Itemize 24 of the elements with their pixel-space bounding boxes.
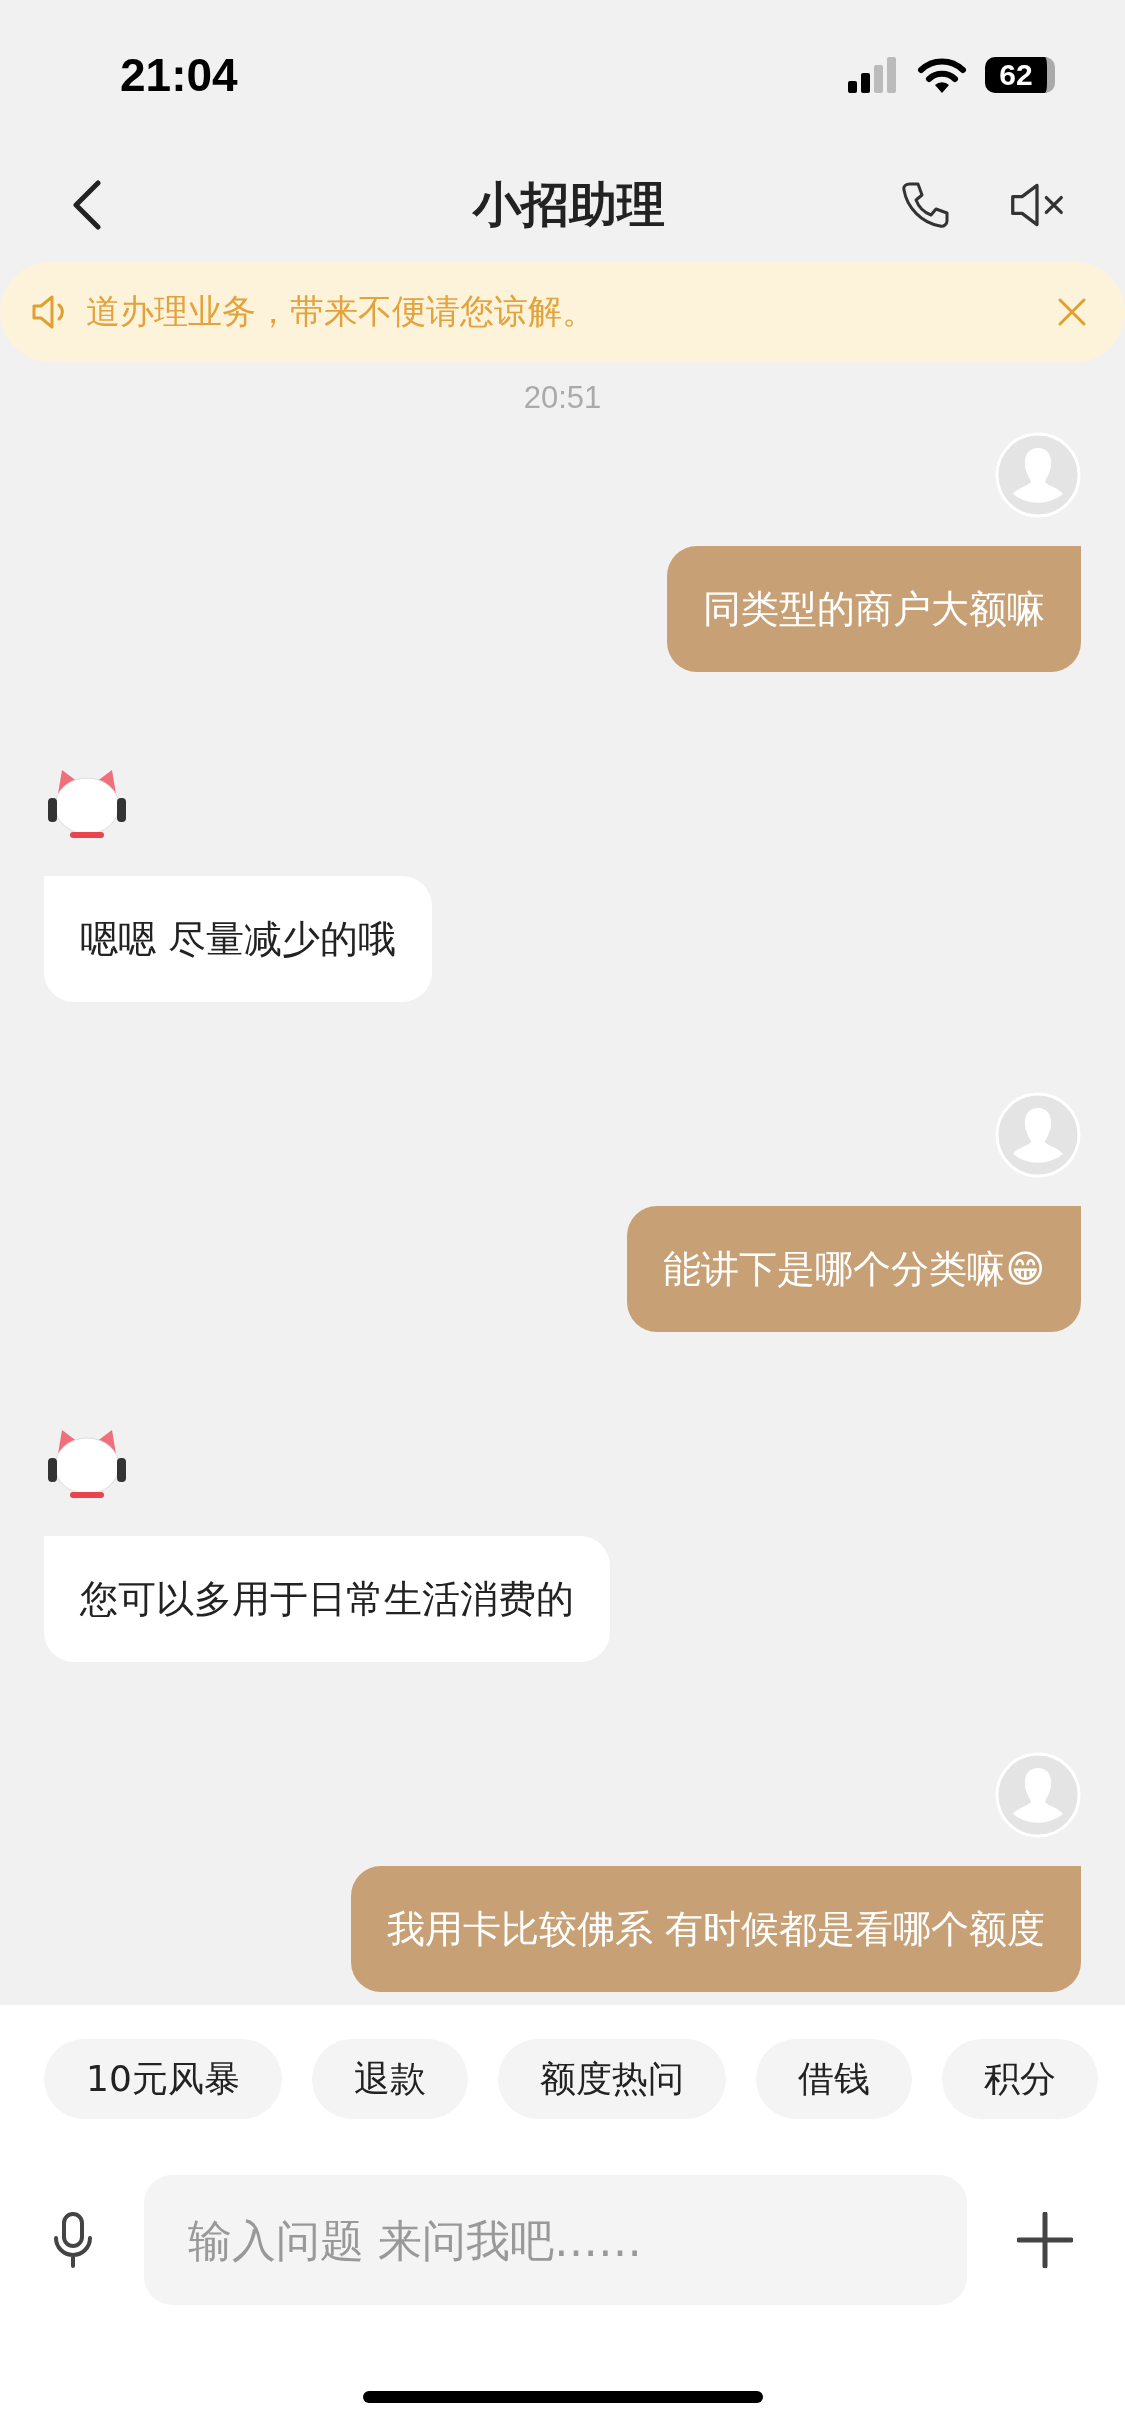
- avatar-icon: [995, 1092, 1081, 1178]
- page-title: 小招助理: [472, 175, 665, 234]
- avatar-icon: [995, 432, 1081, 518]
- quick-reply-chip[interactable]: 借钱: [755, 2039, 912, 2119]
- quick-reply-chip[interactable]: 积分: [941, 2039, 1098, 2119]
- timestamp: 20:51: [523, 380, 602, 416]
- back-icon[interactable]: [72, 180, 102, 230]
- message-bubble: 能讲下是哪个分类嘛😁: [627, 1206, 1081, 1332]
- battery-icon: 62: [985, 57, 1055, 93]
- message-bubble: 我用卡比较佛系 有时候都是看哪个额度: [350, 1866, 1081, 1992]
- wifi-icon: [917, 57, 967, 93]
- message-bubble: 同类型的商户大额嘛: [667, 546, 1081, 672]
- avatar-icon: [995, 1752, 1081, 1838]
- quick-reply-chip[interactable]: 额度热问: [497, 2039, 726, 2119]
- status-time: 21:04: [120, 48, 238, 102]
- message-bubble: 嗯嗯 尽量减少的哦: [44, 876, 433, 1002]
- plus-icon[interactable]: [1017, 2212, 1073, 2268]
- quick-reply-chip[interactable]: 退款: [311, 2039, 468, 2119]
- notice-text: 道办理业务，带来不便请您谅解。: [86, 291, 596, 331]
- microphone-icon[interactable]: [52, 2212, 94, 2268]
- signal-icon: [847, 57, 899, 93]
- message-bubble: 您可以多用于日常生活消费的: [44, 1536, 610, 1662]
- message-input[interactable]: 输入问题 来问我吧……: [144, 2175, 967, 2305]
- quick-reply-chip[interactable]: 10元风暴: [44, 2039, 282, 2119]
